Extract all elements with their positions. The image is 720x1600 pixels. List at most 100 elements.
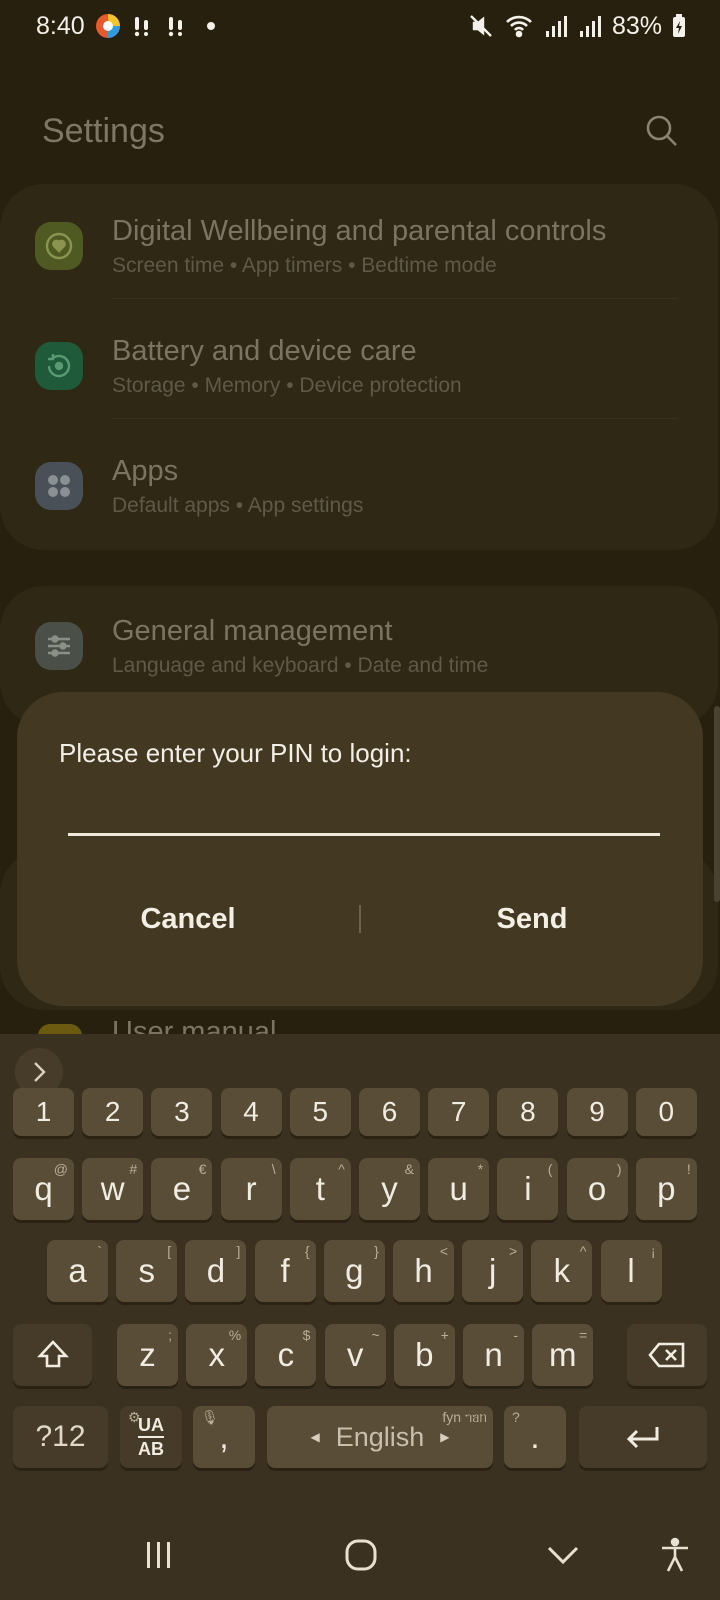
symbols-key[interactable]: ?12 xyxy=(13,1406,108,1468)
key-label: e xyxy=(172,1170,192,1207)
key-6[interactable]: 6 xyxy=(359,1088,420,1136)
key-n[interactable]: n- xyxy=(463,1324,524,1386)
key-label: x xyxy=(208,1336,225,1373)
settings-gear-hint: ⚙ xyxy=(128,1409,141,1425)
key-label: p xyxy=(657,1170,676,1207)
mute-icon xyxy=(468,13,494,39)
home-button[interactable] xyxy=(336,1532,386,1578)
page-title: Settings xyxy=(42,111,165,150)
key-y[interactable]: y & xyxy=(359,1158,420,1220)
key-label: v xyxy=(346,1336,364,1373)
sim-alert-icon xyxy=(165,14,189,38)
recent-apps-button[interactable] xyxy=(134,1532,184,1578)
key-hint: fyn ᥐᥑᥒ xyxy=(442,1409,487,1425)
scrollbar[interactable] xyxy=(714,706,720,902)
dialog-button-bar: Cancel Send xyxy=(17,888,703,950)
key-z[interactable]: z; xyxy=(117,1324,178,1386)
enter-icon xyxy=(626,1427,659,1449)
backspace-icon xyxy=(648,1342,685,1368)
key-5[interactable]: 5 xyxy=(289,1088,351,1136)
key-l[interactable]: l ¡ xyxy=(600,1240,662,1302)
key-b[interactable]: b + xyxy=(393,1324,455,1386)
sliders-icon xyxy=(35,622,83,670)
key-m[interactable]: m = xyxy=(532,1324,594,1386)
key-p[interactable]: p! xyxy=(635,1158,697,1220)
key-u[interactable]: u * xyxy=(428,1158,490,1220)
hide-keyboard-button[interactable] xyxy=(538,1532,588,1578)
key-r[interactable]: r \ xyxy=(220,1158,282,1220)
send-button[interactable]: Send xyxy=(361,903,703,936)
key-label: 9 xyxy=(589,1096,605,1127)
caret-right-icon: ▶ xyxy=(440,1430,450,1444)
language-switch-key[interactable]: ⚙ UA AB xyxy=(120,1406,182,1468)
cancel-button[interactable]: Cancel xyxy=(17,903,359,936)
settings-item-digital-wellbeing[interactable]: Digital Wellbeing and parental controls … xyxy=(0,186,718,306)
key-hint: % xyxy=(228,1327,242,1343)
enter-key[interactable] xyxy=(579,1406,707,1468)
key-label: 5 xyxy=(312,1096,329,1127)
key-hint: @ xyxy=(53,1161,68,1177)
signal-icon xyxy=(578,13,602,39)
signal-icon xyxy=(544,13,568,39)
key-x[interactable]: x% xyxy=(186,1324,248,1386)
home-icon xyxy=(345,1539,377,1571)
settings-item-subtitle: Language and keyboard • Date and time xyxy=(112,653,489,677)
key-label: ?12 xyxy=(35,1420,86,1453)
key-h[interactable]: h < xyxy=(393,1240,454,1302)
divider xyxy=(112,298,678,299)
key-3[interactable]: 3 xyxy=(151,1088,213,1136)
space-label: English xyxy=(335,1421,425,1452)
status-bar: 8:40 83% xyxy=(0,0,720,52)
accessibility-button[interactable] xyxy=(650,1532,700,1578)
key-v[interactable]: v ~ xyxy=(324,1324,386,1386)
key-g[interactable]: g} xyxy=(323,1240,385,1302)
key-hint: ^ xyxy=(579,1243,587,1259)
key-label: d xyxy=(206,1252,226,1289)
key-q[interactable]: q @ xyxy=(13,1158,74,1220)
key-d[interactable]: d] xyxy=(185,1240,247,1302)
key-f[interactable]: f{ xyxy=(254,1240,316,1302)
device-care-icon xyxy=(35,342,83,390)
key-s[interactable]: s[ xyxy=(116,1240,178,1302)
key-hint: } xyxy=(374,1243,379,1259)
key-k[interactable]: k ^ xyxy=(531,1240,593,1302)
settings-item-general-management[interactable]: General management Language and keyboard… xyxy=(0,586,718,706)
key-hint: # xyxy=(129,1161,138,1177)
app-notification-icon xyxy=(95,13,121,39)
chevron-down-icon xyxy=(547,1546,579,1565)
key-hint: ! xyxy=(686,1161,691,1177)
key-9[interactable]: 9 xyxy=(566,1088,628,1136)
settings-item-apps[interactable]: Apps Default apps • App settings xyxy=(0,426,718,546)
key-0[interactable]: 0 xyxy=(635,1088,697,1136)
backspace-key[interactable] xyxy=(627,1324,707,1386)
key-1[interactable]: 1 xyxy=(13,1088,74,1136)
key-i[interactable]: i( xyxy=(497,1158,559,1220)
key-hint: [ xyxy=(167,1243,172,1259)
search-icon xyxy=(646,115,677,146)
key-o[interactable]: o) xyxy=(566,1158,628,1220)
key-hint: ( xyxy=(547,1161,553,1177)
key-e[interactable]: e € xyxy=(151,1158,213,1220)
key-4[interactable]: 4 xyxy=(220,1088,282,1136)
key-c[interactable]: c $ xyxy=(255,1324,317,1386)
space-key[interactable]: ◀ English ▶ fyn ᥐᥑᥒ xyxy=(267,1406,493,1468)
dialog-message: Please enter your PIN to login: xyxy=(59,738,412,768)
search-button[interactable] xyxy=(642,111,682,151)
shift-key[interactable] xyxy=(13,1324,92,1386)
key-t[interactable]: t ^ xyxy=(289,1158,351,1220)
settings-item-battery-device-care[interactable]: Battery and device care Storage • Memory… xyxy=(0,306,718,426)
key-label: i xyxy=(524,1170,532,1207)
key-8[interactable]: 8 xyxy=(497,1088,559,1136)
pin-input[interactable] xyxy=(68,784,660,836)
key-label: 2 xyxy=(104,1096,121,1127)
comma-key[interactable]: , 🎙 xyxy=(193,1406,255,1468)
key-j[interactable]: j > xyxy=(462,1240,524,1302)
key-7[interactable]: 7 xyxy=(428,1088,490,1136)
key-2[interactable]: 2 xyxy=(82,1088,144,1136)
key-w[interactable]: w # xyxy=(82,1158,144,1220)
key-hint: \ xyxy=(271,1161,276,1177)
key-a[interactable]: a ` xyxy=(47,1240,108,1302)
key-hint: ) xyxy=(616,1161,622,1177)
period-key[interactable]: .? xyxy=(504,1406,566,1468)
settings-card: Digital Wellbeing and parental controls … xyxy=(0,184,718,550)
